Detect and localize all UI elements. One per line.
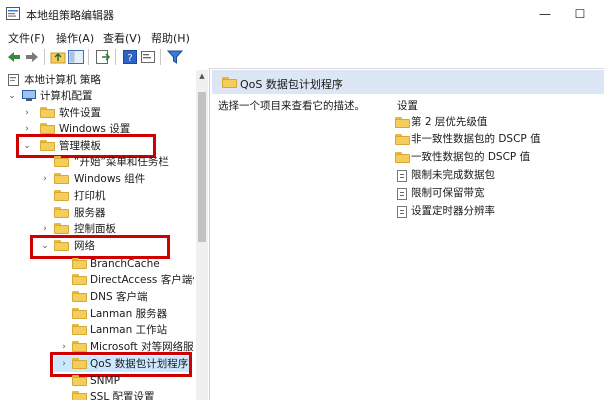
tree-label: SSL 配置设置 bbox=[90, 391, 155, 400]
setting-label: 非一致性数据包的 DSCP 值 bbox=[411, 133, 541, 145]
svg-text:?: ? bbox=[127, 53, 132, 64]
back-icon[interactable] bbox=[6, 49, 22, 65]
filter-icon[interactable] bbox=[166, 49, 184, 65]
folder-icon bbox=[72, 308, 87, 319]
tree-label: 计算机配置 bbox=[40, 90, 93, 102]
menu-file[interactable]: 文件(F) bbox=[8, 30, 45, 46]
tree-label: 本地计算机 策略 bbox=[24, 74, 101, 86]
folder-icon bbox=[72, 341, 87, 352]
folder-icon bbox=[54, 207, 69, 218]
window-title: 本地组策略编辑器 bbox=[26, 9, 114, 22]
collapsed-chevron-icon[interactable]: › bbox=[40, 171, 50, 187]
tree-item-lanman-workstation[interactable]: Lanman 工作站 bbox=[4, 322, 194, 338]
tree-item-start-menu[interactable]: “开始”菜单和任务栏 bbox=[4, 154, 194, 170]
setting-label: 限制未完成数据包 bbox=[411, 169, 495, 181]
menu-action[interactable]: 操作(A) bbox=[56, 30, 94, 46]
computer-icon bbox=[22, 90, 36, 102]
tree-label: DNS 客户端 bbox=[90, 291, 148, 303]
tree-scrollbar-thumb[interactable] bbox=[198, 92, 206, 242]
tree-item-directaccess[interactable]: DirectAccess 客户端体验 bbox=[4, 272, 194, 288]
folder-icon bbox=[54, 223, 69, 234]
export-list-icon[interactable] bbox=[95, 49, 111, 65]
tree-label: DirectAccess 客户端体验 bbox=[90, 274, 194, 286]
tree-item-root[interactable]: 本地计算机 策略 bbox=[4, 72, 194, 88]
tree-item-dns-client[interactable]: DNS 客户端 bbox=[4, 289, 194, 305]
scroll-up-arrow-icon[interactable]: ▲ bbox=[196, 70, 208, 82]
help-icon[interactable]: ? bbox=[122, 49, 138, 65]
folder-icon bbox=[72, 258, 87, 269]
toolbar-separator bbox=[88, 49, 89, 65]
folder-icon bbox=[222, 77, 237, 88]
tree-item-server[interactable]: 服务器 bbox=[4, 205, 194, 221]
folder-icon bbox=[395, 117, 410, 128]
tree-label: Lanman 服务器 bbox=[90, 308, 168, 320]
setting-label: 设置定时器分辨率 bbox=[411, 205, 495, 217]
collapsed-chevron-icon[interactable]: › bbox=[22, 105, 32, 121]
tree-item-computer-config[interactable]: ⌄ 计算机配置 bbox=[4, 88, 194, 104]
menu-help[interactable]: 帮助(H) bbox=[151, 30, 190, 46]
tree-label: “开始”菜单和任务栏 bbox=[74, 156, 169, 168]
toolbar-separator bbox=[115, 49, 116, 65]
folder-icon bbox=[72, 274, 87, 285]
folder-icon bbox=[72, 291, 87, 302]
detail-title: QoS 数据包计划程序 bbox=[240, 78, 343, 91]
tree-label: Lanman 工作站 bbox=[90, 324, 168, 336]
policy-setting-icon bbox=[397, 188, 407, 200]
description-text: 选择一个项目来查看它的描述。 bbox=[218, 100, 365, 112]
toolbar-separator bbox=[44, 49, 45, 65]
expanded-chevron-icon[interactable]: ⌄ bbox=[7, 88, 17, 104]
up-folder-icon[interactable] bbox=[50, 49, 66, 65]
setting-label: 一致性数据包的 DSCP 值 bbox=[411, 151, 531, 163]
tree-item-lanman-server[interactable]: Lanman 服务器 bbox=[4, 306, 194, 322]
tree-label: Windows 组件 bbox=[74, 173, 146, 185]
folder-icon bbox=[395, 134, 410, 145]
forward-icon[interactable] bbox=[24, 49, 40, 65]
tree-item-printers[interactable]: 打印机 bbox=[4, 188, 194, 204]
settings-column-header[interactable]: 设置 bbox=[397, 98, 418, 113]
toolbar bbox=[0, 46, 604, 69]
gpedit-app-icon bbox=[6, 7, 20, 20]
folder-icon bbox=[54, 173, 69, 184]
tree-item-windows-components[interactable]: › Windows 组件 bbox=[4, 171, 194, 187]
menu-view[interactable]: 查看(V) bbox=[103, 30, 141, 46]
folder-icon bbox=[54, 156, 69, 167]
tree-item-ssl[interactable]: SSL 配置设置 bbox=[4, 389, 194, 400]
properties-icon[interactable] bbox=[140, 49, 156, 65]
policy-setting-icon bbox=[397, 170, 407, 182]
maximize-button[interactable]: ☐ bbox=[563, 4, 597, 24]
folder-icon bbox=[72, 375, 87, 386]
tree-label: 软件设置 bbox=[59, 107, 101, 119]
folder-icon bbox=[40, 123, 55, 134]
tree-item-software-settings[interactable]: › 软件设置 bbox=[4, 105, 194, 121]
tree-item-branchcache[interactable]: BranchCache bbox=[4, 256, 194, 272]
folder-icon bbox=[72, 324, 87, 335]
setting-label: 限制可保留带宽 bbox=[411, 187, 485, 199]
toolbar-separator bbox=[160, 49, 161, 65]
folder-icon bbox=[54, 190, 69, 201]
folder-icon bbox=[72, 391, 87, 400]
setting-label: 第 2 层优先级值 bbox=[411, 116, 488, 128]
tree-label: 服务器 bbox=[74, 207, 106, 219]
show-hide-tree-icon[interactable] bbox=[68, 49, 84, 65]
folder-icon bbox=[395, 152, 410, 163]
policy-setting-icon bbox=[397, 206, 407, 218]
minimize-button[interactable]: — bbox=[528, 4, 562, 24]
policy-document-icon bbox=[8, 74, 20, 86]
tree-label: BranchCache bbox=[90, 258, 160, 270]
tree-label: SNMP bbox=[90, 375, 120, 387]
tree-item-snmp[interactable]: SNMP bbox=[4, 373, 194, 389]
folder-icon bbox=[40, 107, 55, 118]
tree-label: 打印机 bbox=[74, 190, 106, 202]
